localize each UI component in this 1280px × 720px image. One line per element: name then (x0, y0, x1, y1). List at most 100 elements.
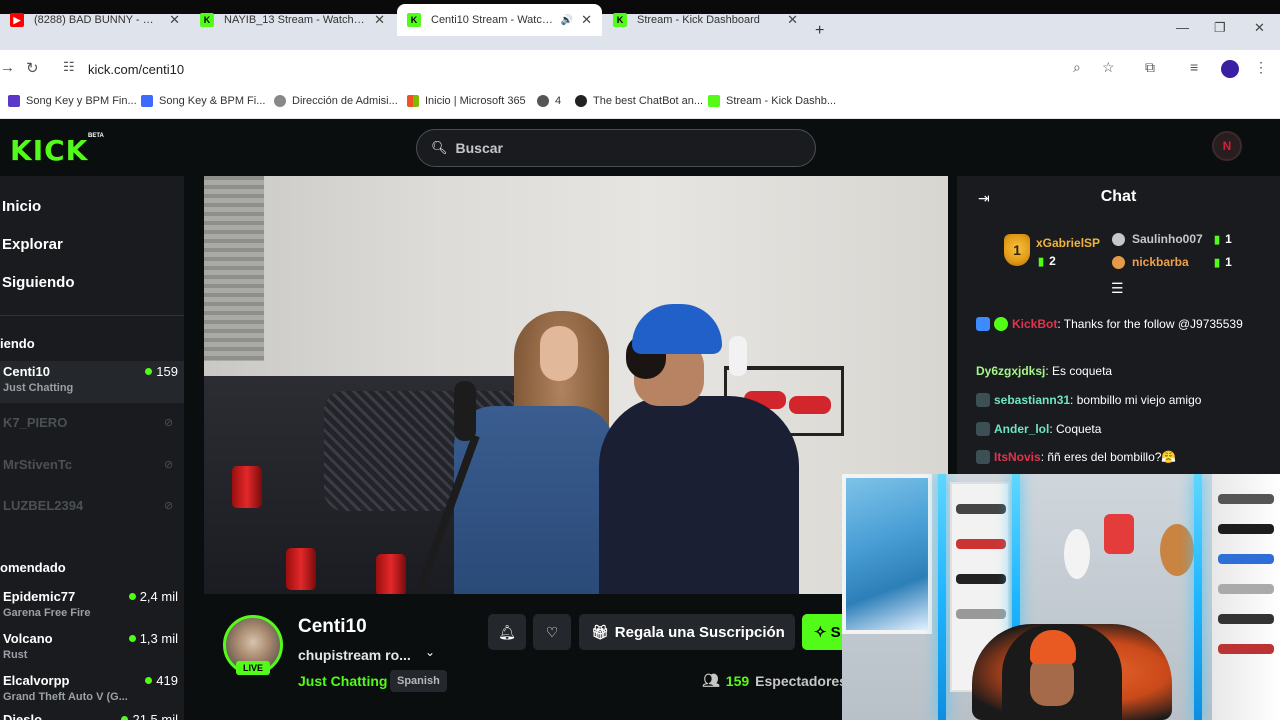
webcam-scene-guitar (1064, 529, 1090, 579)
sidebar-channel-recommended[interactable]: Dieslo 21,5 mil (0, 710, 184, 720)
language-tag[interactable]: Spanish (390, 670, 447, 692)
menu-kebab-icon[interactable]: ⋮ (1254, 59, 1268, 76)
reload-icon[interactable]: ↻ (26, 59, 39, 77)
leaderboard-user[interactable]: xGabrielSP (1036, 236, 1100, 250)
webcam-scene-cap (1030, 630, 1076, 664)
verified-badge-icon (994, 317, 1008, 331)
browser-tab-youtube[interactable]: ▶ (8288) BAD BUNNY - NUEVAYoL ✕ (0, 4, 190, 36)
sidebar-channel-offline[interactable]: K7_PIERO (3, 415, 67, 430)
bookmark-item[interactable]: 4 (537, 95, 561, 107)
bookmark-item[interactable]: The best ChatBot an... (575, 95, 703, 107)
kick-logo[interactable]: KICK (10, 134, 88, 167)
forward-icon[interactable]: → (0, 59, 15, 76)
chat-username[interactable]: ItsNovis (994, 450, 1041, 464)
browser-profile-avatar[interactable] (1221, 60, 1239, 78)
chat-username[interactable]: KickBot (1012, 317, 1057, 331)
gift-sub-icon: ▮ (1038, 255, 1045, 268)
gift-label: Regala una Suscripción (614, 623, 785, 641)
expand-pinned-icon[interactable]: ☰ (1111, 280, 1124, 297)
speaker-icon[interactable]: 🔊 (561, 15, 573, 26)
viewer-count-value: 1,3 mil (139, 631, 178, 646)
sidebar-channel-recommended[interactable]: Epidemic77 Garena Free Fire 2,4 mil (0, 586, 184, 628)
bookmark-item[interactable]: Inicio | Microsoft 365 (407, 95, 526, 107)
close-icon[interactable]: ✕ (581, 12, 592, 28)
bell-icon: 🔔︎ (498, 623, 516, 640)
channel-category: Just Chatting (3, 382, 74, 394)
video-scene-can (232, 466, 262, 508)
notification-bell-button[interactable]: 🔔︎ (488, 614, 526, 650)
subscribe-label: S (830, 623, 841, 641)
chat-message: sebastiann31: bombillo mi viejo amigo (976, 391, 1266, 409)
chat-username[interactable]: sebastiann31 (994, 393, 1070, 407)
leaderboard-user[interactable]: Saulinho007 (1132, 232, 1203, 246)
subscribe-button[interactable]: ✧ S (802, 614, 842, 650)
bookmark-label: Dirección de Admisi... (292, 95, 398, 107)
video-player[interactable] (204, 176, 948, 594)
bookmark-star-icon[interactable]: ☆ (1102, 59, 1115, 76)
user-avatar[interactable]: N (1212, 131, 1242, 161)
video-scene-jacket (454, 406, 614, 594)
bookmark-item[interactable]: Song Key & BPM Fi... (141, 95, 265, 107)
url-field[interactable]: kick.com/centi10 (88, 62, 184, 77)
minimize-icon[interactable]: — (1176, 20, 1189, 35)
browser-tab-centi10[interactable]: K Centi10 Stream - Watch Live 🔊 ✕ (397, 4, 602, 36)
viewer-count: 1,3 mil (128, 631, 178, 646)
bookmark-favicon-icon (8, 95, 20, 107)
window-close-icon[interactable]: ✕ (1254, 20, 1265, 36)
follow-heart-button[interactable]: ♡ (533, 614, 571, 650)
webcam-scene-led (1194, 474, 1202, 720)
chat-username[interactable]: Ander_lol (994, 422, 1049, 436)
youtube-icon: ▶ (10, 13, 24, 27)
media-control-icon[interactable]: ≡ (1190, 59, 1198, 75)
stream-title: chupistream ro... (298, 647, 411, 663)
sidebar-item-explorar[interactable]: Explorar (2, 236, 63, 253)
sidebar-channel-offline[interactable]: MrStivenTc (3, 457, 72, 472)
video-scene-person (599, 396, 799, 594)
leaderboard-count: ▮ 1 (1214, 255, 1232, 269)
leaderboard-count: ▮ 2 (1038, 254, 1056, 268)
sidebar-item-inicio[interactable]: Inicio (2, 198, 41, 215)
live-dot-icon (145, 368, 153, 375)
browser-tab-nayib[interactable]: K NAYIB_13 Stream - Watch Live o ✕ (190, 4, 395, 36)
leaderboard-user[interactable]: nickbarba (1132, 255, 1189, 269)
bookmark-item[interactable]: Dirección de Admisi... (274, 95, 398, 107)
stream-category-link[interactable]: Just Chatting (298, 673, 387, 689)
chat-username[interactable]: Dy6zgxjdksj (976, 364, 1045, 378)
close-icon[interactable]: ✕ (374, 12, 385, 28)
bookmark-item[interactable]: Stream - Kick Dashb... (708, 95, 836, 107)
count-value: 1 (1225, 232, 1232, 246)
offline-camera-icon: ⊘ (164, 417, 174, 429)
sidebar-channel-centi10[interactable]: Centi10 Just Chatting 159 (0, 361, 184, 403)
viewer-count-value: 21,5 mil (132, 712, 178, 720)
channel-category: Garena Free Fire (3, 607, 91, 619)
count-value: 1 (1225, 255, 1232, 269)
subscriber-badge-icon (976, 422, 990, 436)
close-icon[interactable]: ✕ (169, 12, 180, 28)
restore-icon[interactable]: ❐ (1214, 20, 1226, 36)
sidebar-channel-recommended[interactable]: Volcano Rust 1,3 mil (0, 628, 184, 670)
viewer-stats: 👥︎ 159 Espectadores (702, 672, 847, 689)
extensions-icon[interactable]: ⧉ (1145, 59, 1155, 76)
subscriber-badge-icon (976, 393, 990, 407)
tab-title: NAYIB_13 Stream - Watch Live o (224, 14, 366, 26)
chat-message: KickBot: Thanks for the follow @J9735539 (976, 315, 1266, 333)
sidebar-item-siguiendo[interactable]: Siguiendo (2, 274, 75, 291)
search-input[interactable]: 🔍︎ Buscar (416, 129, 816, 167)
chevron-down-icon[interactable]: ⌄ (425, 645, 435, 659)
site-settings-icon[interactable]: ☷ (63, 59, 75, 75)
viewer-count: 21,5 mil (121, 712, 178, 720)
chat-title: Chat (1100, 188, 1137, 205)
channel-name: Elcalvorpp (3, 673, 70, 688)
leaderboard-rank-badge: 1 (1004, 234, 1030, 266)
gift-subscription-button[interactable]: 🎁︎ Regala una Suscripción (579, 614, 795, 650)
new-tab-button[interactable]: + (815, 22, 824, 40)
channel-name-heading[interactable]: Centi10 (298, 616, 367, 638)
browser-tab-dashboard[interactable]: K Stream - Kick Dashboard ✕ (603, 4, 808, 36)
bookmark-favicon-icon (141, 95, 153, 107)
sidebar-channel-offline[interactable]: LUZBEL2394 (3, 498, 83, 513)
close-icon[interactable]: ✕ (787, 12, 798, 28)
zoom-icon[interactable]: ⌕ (1073, 59, 1081, 76)
sidebar-channel-recommended[interactable]: Elcalvorpp Grand Theft Auto V (G... 419 (0, 670, 184, 712)
bookmark-item[interactable]: Song Key y BPM Fin... (8, 95, 137, 107)
leaderboard-count: ▮ 1 (1214, 232, 1232, 246)
